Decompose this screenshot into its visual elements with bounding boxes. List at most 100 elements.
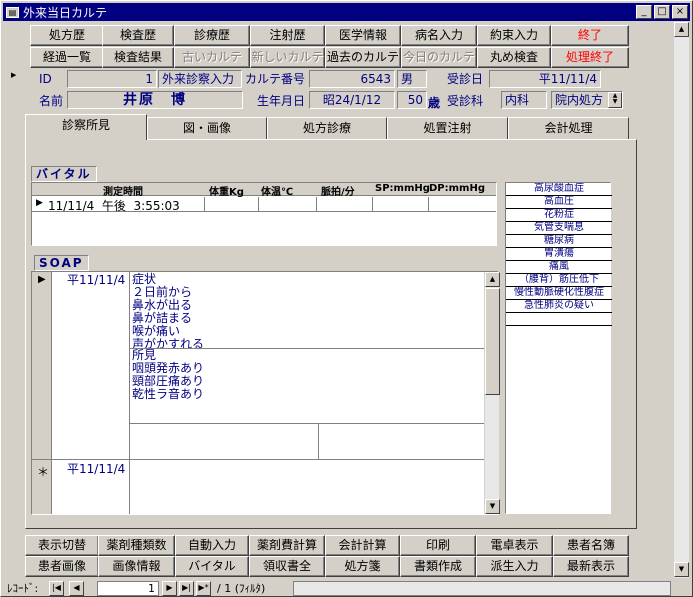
diagnosis-list[interactable]: 高尿酸血症 高血圧 花粉症 気管支喘息 糖尿病 胃潰瘍 痛風 （腰背）筋圧低下 … [505, 182, 612, 514]
dob-field[interactable]: 昭24/1/12 [309, 91, 395, 109]
diagnosis-item[interactable]: 高血圧 [506, 196, 612, 209]
diagnosis-item-empty[interactable] [506, 313, 612, 326]
row-pointer-icon: ▶ [36, 198, 43, 208]
age-field[interactable]: 50 [397, 91, 427, 109]
close-button[interactable]: × [672, 5, 688, 19]
past-chart-button[interactable]: 過去のカルテ [325, 47, 401, 68]
progress-list-button[interactable]: 経過一覧 [30, 47, 104, 68]
appointment-entry-button[interactable]: 約束入力 [477, 25, 551, 46]
age-unit-label: 歳 [428, 96, 441, 110]
diagnosis-item[interactable]: （腰背）筋圧低下 [506, 274, 612, 287]
diagnosis-item[interactable]: 糖尿病 [506, 235, 612, 248]
form-scrollbar[interactable]: ▲ ▼ [673, 22, 689, 578]
col-weight: 体重Kg [209, 187, 244, 198]
diagnosis-item[interactable]: 花粉症 [506, 209, 612, 222]
col-pulse: 脈拍/分 [321, 187, 355, 198]
cell-divider [428, 197, 429, 212]
horizontal-scrollbar[interactable] [293, 581, 671, 596]
visit-date-field[interactable]: 平11/11/4 [489, 70, 601, 88]
last-record-icon[interactable]: ▶| [179, 581, 194, 596]
diagnosis-item[interactable]: 気管支喘息 [506, 222, 612, 235]
window-title: 外来当日カルテ [23, 5, 108, 20]
prev-record-icon[interactable]: ◀ [69, 581, 84, 596]
soap-scrollbar[interactable]: ▲ ▼ [484, 272, 500, 514]
vital-button[interactable]: バイタル [175, 556, 249, 577]
form-scroll-up-icon[interactable]: ▲ [674, 22, 689, 37]
first-record-icon[interactable]: |◀ [49, 581, 64, 596]
vital-row[interactable]: ▶ 11/11/4 午後 3:55:03 [32, 197, 496, 214]
medical-info-button[interactable]: 医学情報 [325, 25, 401, 46]
chart-no-field[interactable]: 6543 [309, 70, 395, 88]
subjective-field[interactable]: 症状 ２日前から 鼻水が出る 鼻が詰まる 喉が痛い 声がかすれる [130, 272, 484, 349]
receipt-button[interactable]: 領収書全 [249, 556, 325, 577]
col-dp: DP:mmHg [429, 183, 485, 194]
diagnosis-item[interactable]: 急性肺炎の疑い [506, 300, 612, 313]
patient-id-field[interactable]: 1 [67, 70, 157, 88]
injection-history-button[interactable]: 注射歴 [250, 25, 325, 46]
record-divider [32, 459, 52, 460]
exam-history-button[interactable]: 検査歴 [102, 25, 174, 46]
dept-field[interactable]: 内科 [501, 91, 547, 109]
minimize-button[interactable]: _ [636, 5, 652, 19]
record-number-input[interactable]: 1 [97, 581, 159, 596]
soap-record-date[interactable]: 平11/11/4 [67, 274, 125, 287]
diagnosis-item[interactable]: 胃潰瘍 [506, 248, 612, 261]
cell-divider [204, 197, 205, 212]
record-label: ﾚｺｰﾄﾞ: [7, 582, 39, 595]
newer-chart-button[interactable]: 新しいカルテ [250, 47, 325, 68]
diagnosis-item[interactable]: 痛風 [506, 261, 612, 274]
patient-name-field[interactable]: 井原 博 [67, 91, 243, 109]
spinner-icon[interactable]: ▲ ▼ [608, 92, 622, 108]
exit-button[interactable]: 終了 [551, 25, 629, 46]
cell-divider [372, 197, 373, 212]
prescription-history-button[interactable]: 処方歴 [30, 25, 104, 46]
scroll-thumb[interactable] [485, 288, 500, 395]
soap-new-record-date[interactable]: 平11/11/4 [67, 463, 125, 476]
older-chart-button[interactable]: 古いカルテ [174, 47, 250, 68]
record-divider [52, 459, 484, 460]
plan-field[interactable] [320, 423, 484, 459]
maximize-button[interactable]: □ [654, 5, 670, 19]
finish-processing-button[interactable]: 処理終了 [551, 47, 629, 68]
auto-input-button[interactable]: 自動入力 [175, 535, 249, 556]
record-selector-icon: ▶ [11, 71, 17, 79]
tab-procedures[interactable]: 処置注射 [387, 117, 508, 139]
bundled-exam-button[interactable]: 丸め検査 [477, 47, 551, 68]
toggle-display-button[interactable]: 表示切替 [25, 535, 99, 556]
treatment-history-button[interactable]: 診療歴 [174, 25, 250, 46]
drug-cost-button[interactable]: 薬剤費計算 [249, 535, 325, 556]
diagnosis-item[interactable]: 慢性動脈硬化性腹症 [506, 287, 612, 300]
drug-types-button[interactable]: 薬剤種類数 [98, 535, 175, 556]
print-button[interactable]: 印刷 [400, 535, 476, 556]
exam-results-button[interactable]: 検査結果 [102, 47, 174, 68]
billing-calc-button[interactable]: 会計計算 [325, 535, 400, 556]
new-record-icon[interactable]: ▶* [196, 581, 211, 596]
objective-field[interactable]: 所見 咽頭発赤あり 頸部圧痛あり 乾性ラ音あり [130, 349, 484, 423]
patient-roster-button[interactable]: 患者名簿 [553, 535, 629, 556]
calculator-button[interactable]: 電卓表示 [476, 535, 553, 556]
derived-input-button[interactable]: 派生入力 [476, 556, 553, 577]
image-info-button[interactable]: 画像情報 [98, 556, 175, 577]
today-chart-button[interactable]: 今日のカルテ [401, 47, 477, 68]
diagnosis-item[interactable]: 高尿酸血症 [506, 183, 612, 196]
tab-findings[interactable]: 診察所見 [25, 114, 147, 140]
assessment-field[interactable] [130, 423, 319, 459]
refresh-button[interactable]: 最新表示 [553, 556, 629, 577]
record-total: / 1 (ﾌｨﾙﾀ) [217, 582, 266, 595]
vital-time-value[interactable]: 11/11/4 午後 3:55:03 [48, 197, 180, 214]
tab-prescription[interactable]: 処方診療 [267, 117, 387, 139]
vital-section-label: バイタル [31, 166, 97, 182]
tab-billing[interactable]: 会計処理 [508, 117, 629, 139]
disease-entry-button[interactable]: 病名入力 [401, 25, 477, 46]
documents-button[interactable]: 書類作成 [400, 556, 476, 577]
patient-image-button[interactable]: 患者画像 [25, 556, 99, 577]
sex-field[interactable]: 男 [397, 70, 427, 88]
next-record-icon[interactable]: ▶ [162, 581, 177, 596]
scroll-up-icon[interactable]: ▲ [485, 272, 500, 287]
scroll-down-icon[interactable]: ▼ [485, 499, 500, 514]
dob-label: 生年月日 [257, 94, 306, 108]
form-scroll-down-icon[interactable]: ▼ [674, 562, 689, 577]
entry-type-field[interactable]: 外来診察入力 [158, 70, 242, 88]
tab-images[interactable]: 図・画像 [147, 117, 267, 139]
prescription-slip-button[interactable]: 処方箋 [325, 556, 400, 577]
